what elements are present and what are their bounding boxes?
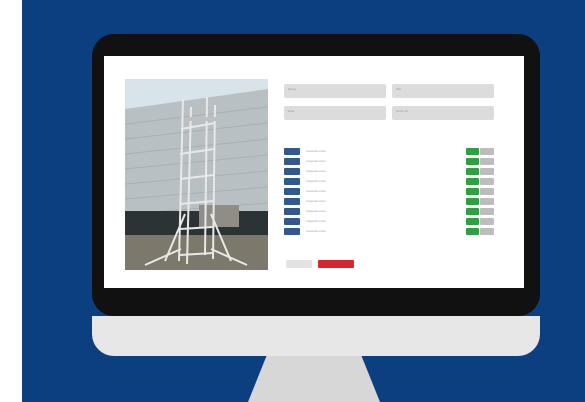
checklist-row: Inspection item <box>284 227 494 236</box>
checklist-row: Inspection item <box>284 157 494 166</box>
date-field-placeholder: Date <box>288 109 295 113</box>
checklist-check-button[interactable] <box>284 208 300 215</box>
no-button[interactable] <box>480 228 494 235</box>
site-field[interactable]: Site <box>392 84 494 98</box>
no-button[interactable] <box>480 198 494 205</box>
checklist-row: Inspection item <box>284 177 494 186</box>
checklist-item-text: Inspection item <box>306 229 327 233</box>
checklist-row: Inspection item <box>284 187 494 196</box>
yes-button[interactable] <box>466 178 479 185</box>
name-field[interactable]: Name <box>284 84 386 98</box>
date-field[interactable]: Date <box>284 106 386 120</box>
yes-button[interactable] <box>466 198 479 205</box>
checklist-row: Inspection item <box>284 167 494 176</box>
checklist-check-button[interactable] <box>284 188 300 195</box>
name-field-placeholder: Name <box>288 87 297 91</box>
yes-button[interactable] <box>466 188 479 195</box>
tower-id-field-placeholder: Tower ID <box>396 109 408 113</box>
yes-button[interactable] <box>466 168 479 175</box>
no-button[interactable] <box>480 168 494 175</box>
checklist-row: Inspection item <box>284 207 494 216</box>
checklist-item-text: Inspection item <box>306 219 327 223</box>
monitor-chin <box>92 316 540 356</box>
checklist-row: Inspection item <box>284 197 494 206</box>
yes-button[interactable] <box>466 218 479 225</box>
checklist-item-text: Inspection item <box>306 189 327 193</box>
no-button[interactable] <box>480 218 494 225</box>
yes-button[interactable] <box>466 208 479 215</box>
checklist-item-text: Inspection item <box>306 179 327 183</box>
checklist-check-button[interactable] <box>284 178 300 185</box>
checklist-item-text: Inspection item <box>306 159 327 163</box>
checklist-check-button[interactable] <box>284 228 300 235</box>
tower-id-field[interactable]: Tower ID <box>392 106 494 120</box>
checklist-check-button[interactable] <box>284 148 300 155</box>
checklist-row: Inspection item <box>284 147 494 156</box>
yes-button[interactable] <box>466 158 479 165</box>
checklist-item-text: Inspection item <box>306 209 327 213</box>
checklist-check-button[interactable] <box>284 168 300 175</box>
no-button[interactable] <box>480 178 494 185</box>
checklist-check-button[interactable] <box>284 158 300 165</box>
no-button[interactable] <box>480 188 494 195</box>
checklist-check-button[interactable] <box>284 218 300 225</box>
monitor-stand <box>248 356 380 402</box>
no-button[interactable] <box>480 148 494 155</box>
no-button[interactable] <box>480 158 494 165</box>
cancel-button[interactable] <box>286 260 312 268</box>
checklist-row: Inspection item <box>284 217 494 226</box>
site-field-placeholder: Site <box>396 87 402 91</box>
scaffold-tower-photo <box>125 79 268 270</box>
checklist-item-text: Inspection item <box>306 149 327 153</box>
no-button[interactable] <box>480 208 494 215</box>
checklist-item-text: Inspection item <box>306 169 327 173</box>
checklist-item-text: Inspection item <box>306 199 327 203</box>
yes-button[interactable] <box>466 148 479 155</box>
submit-button[interactable] <box>318 260 354 268</box>
yes-button[interactable] <box>466 228 479 235</box>
checklist-check-button[interactable] <box>284 198 300 205</box>
